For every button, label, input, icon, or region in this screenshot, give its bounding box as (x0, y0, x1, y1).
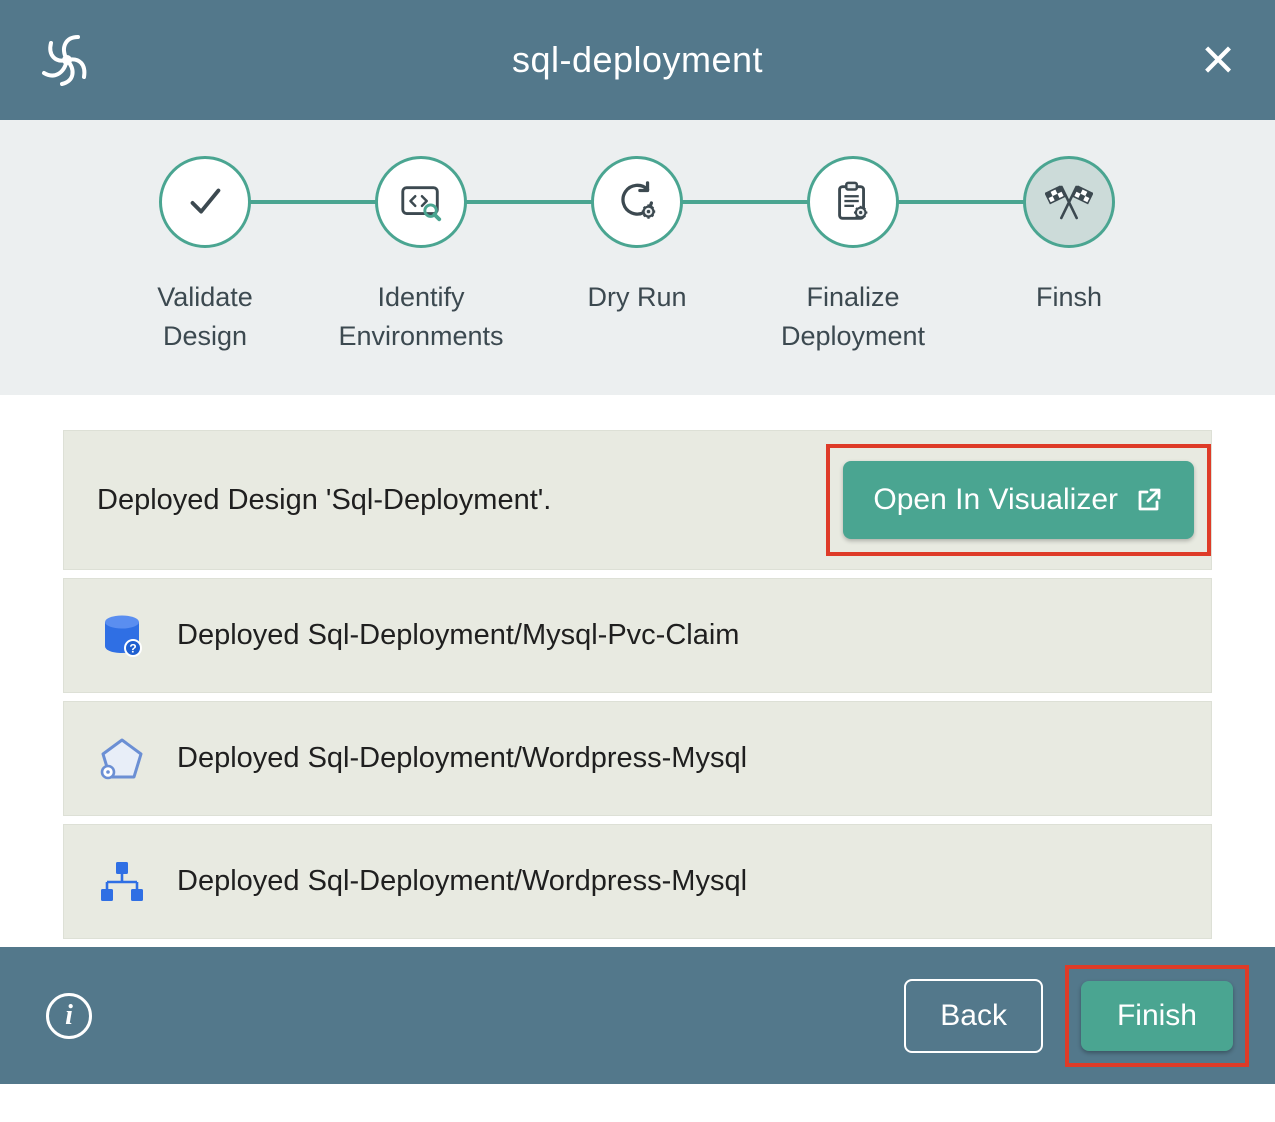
deployment-summary-row: Deployed Design 'Sql-Deployment'. Open I… (63, 430, 1212, 570)
database-icon: ? (97, 611, 147, 661)
code-wrench-icon (398, 179, 444, 225)
info-icon[interactable]: i (46, 993, 92, 1039)
result-row-text: Deployed Sql-Deployment/Wordpress-Mysql (177, 865, 747, 898)
step-validate-design[interactable]: Validate Design (97, 156, 313, 356)
step-circle (1023, 156, 1115, 248)
modal-header: sql-deployment × (0, 0, 1275, 120)
step-dry-run[interactable]: Dry Run (529, 156, 745, 356)
external-link-icon (1134, 485, 1164, 515)
pentagon-shape-icon (97, 734, 147, 784)
svg-text:?: ? (129, 641, 136, 655)
check-icon (182, 179, 228, 225)
result-row-text: Deployed Sql-Deployment/Mysql-Pvc-Claim (177, 619, 739, 652)
step-circle (375, 156, 467, 248)
step-finalize-deployment[interactable]: Finalize Deployment (745, 156, 961, 356)
dry-run-gear-icon (614, 179, 660, 225)
annotation-finish: Finish (1065, 965, 1249, 1067)
back-button[interactable]: Back (904, 979, 1043, 1053)
step-circle (159, 156, 251, 248)
results-panel: Deployed Design 'Sql-Deployment'. Open I… (0, 395, 1275, 939)
deployment-summary-text: Deployed Design 'Sql-Deployment'. (97, 484, 551, 517)
finish-button[interactable]: Finish (1081, 981, 1233, 1051)
open-in-visualizer-button[interactable]: Open In Visualizer (843, 461, 1194, 539)
stepper: Validate Design Identify Environments (0, 120, 1275, 395)
modal-footer: i Back Finish (0, 947, 1275, 1084)
step-finish[interactable]: Finsh (961, 156, 1177, 356)
modal-title: sql-deployment (0, 39, 1275, 81)
step-label: Dry Run (549, 278, 725, 317)
step-circle (591, 156, 683, 248)
result-row-text: Deployed Sql-Deployment/Wordpress-Mysql (177, 742, 747, 775)
result-row-wordpress-mysql-1: Deployed Sql-Deployment/Wordpress-Mysql (63, 701, 1212, 816)
close-icon[interactable]: × (1195, 31, 1241, 89)
step-label: Finsh (981, 278, 1157, 317)
step-label: Finalize Deployment (765, 278, 941, 356)
step-label: Validate Design (117, 278, 293, 356)
step-label: Identify Environments (333, 278, 509, 356)
clipboard-gear-icon (830, 179, 876, 225)
step-circle (807, 156, 899, 248)
hierarchy-icon (97, 857, 147, 907)
annotation-open-in-visualizer: Open In Visualizer (826, 444, 1211, 556)
checkered-flags-icon (1045, 178, 1093, 226)
result-row-wordpress-mysql-2: Deployed Sql-Deployment/Wordpress-Mysql (63, 824, 1212, 939)
step-identify-environments[interactable]: Identify Environments (313, 156, 529, 356)
result-row-pvc-claim: ? Deployed Sql-Deployment/Mysql-Pvc-Clai… (63, 578, 1212, 693)
open-in-visualizer-label: Open In Visualizer (873, 483, 1118, 517)
